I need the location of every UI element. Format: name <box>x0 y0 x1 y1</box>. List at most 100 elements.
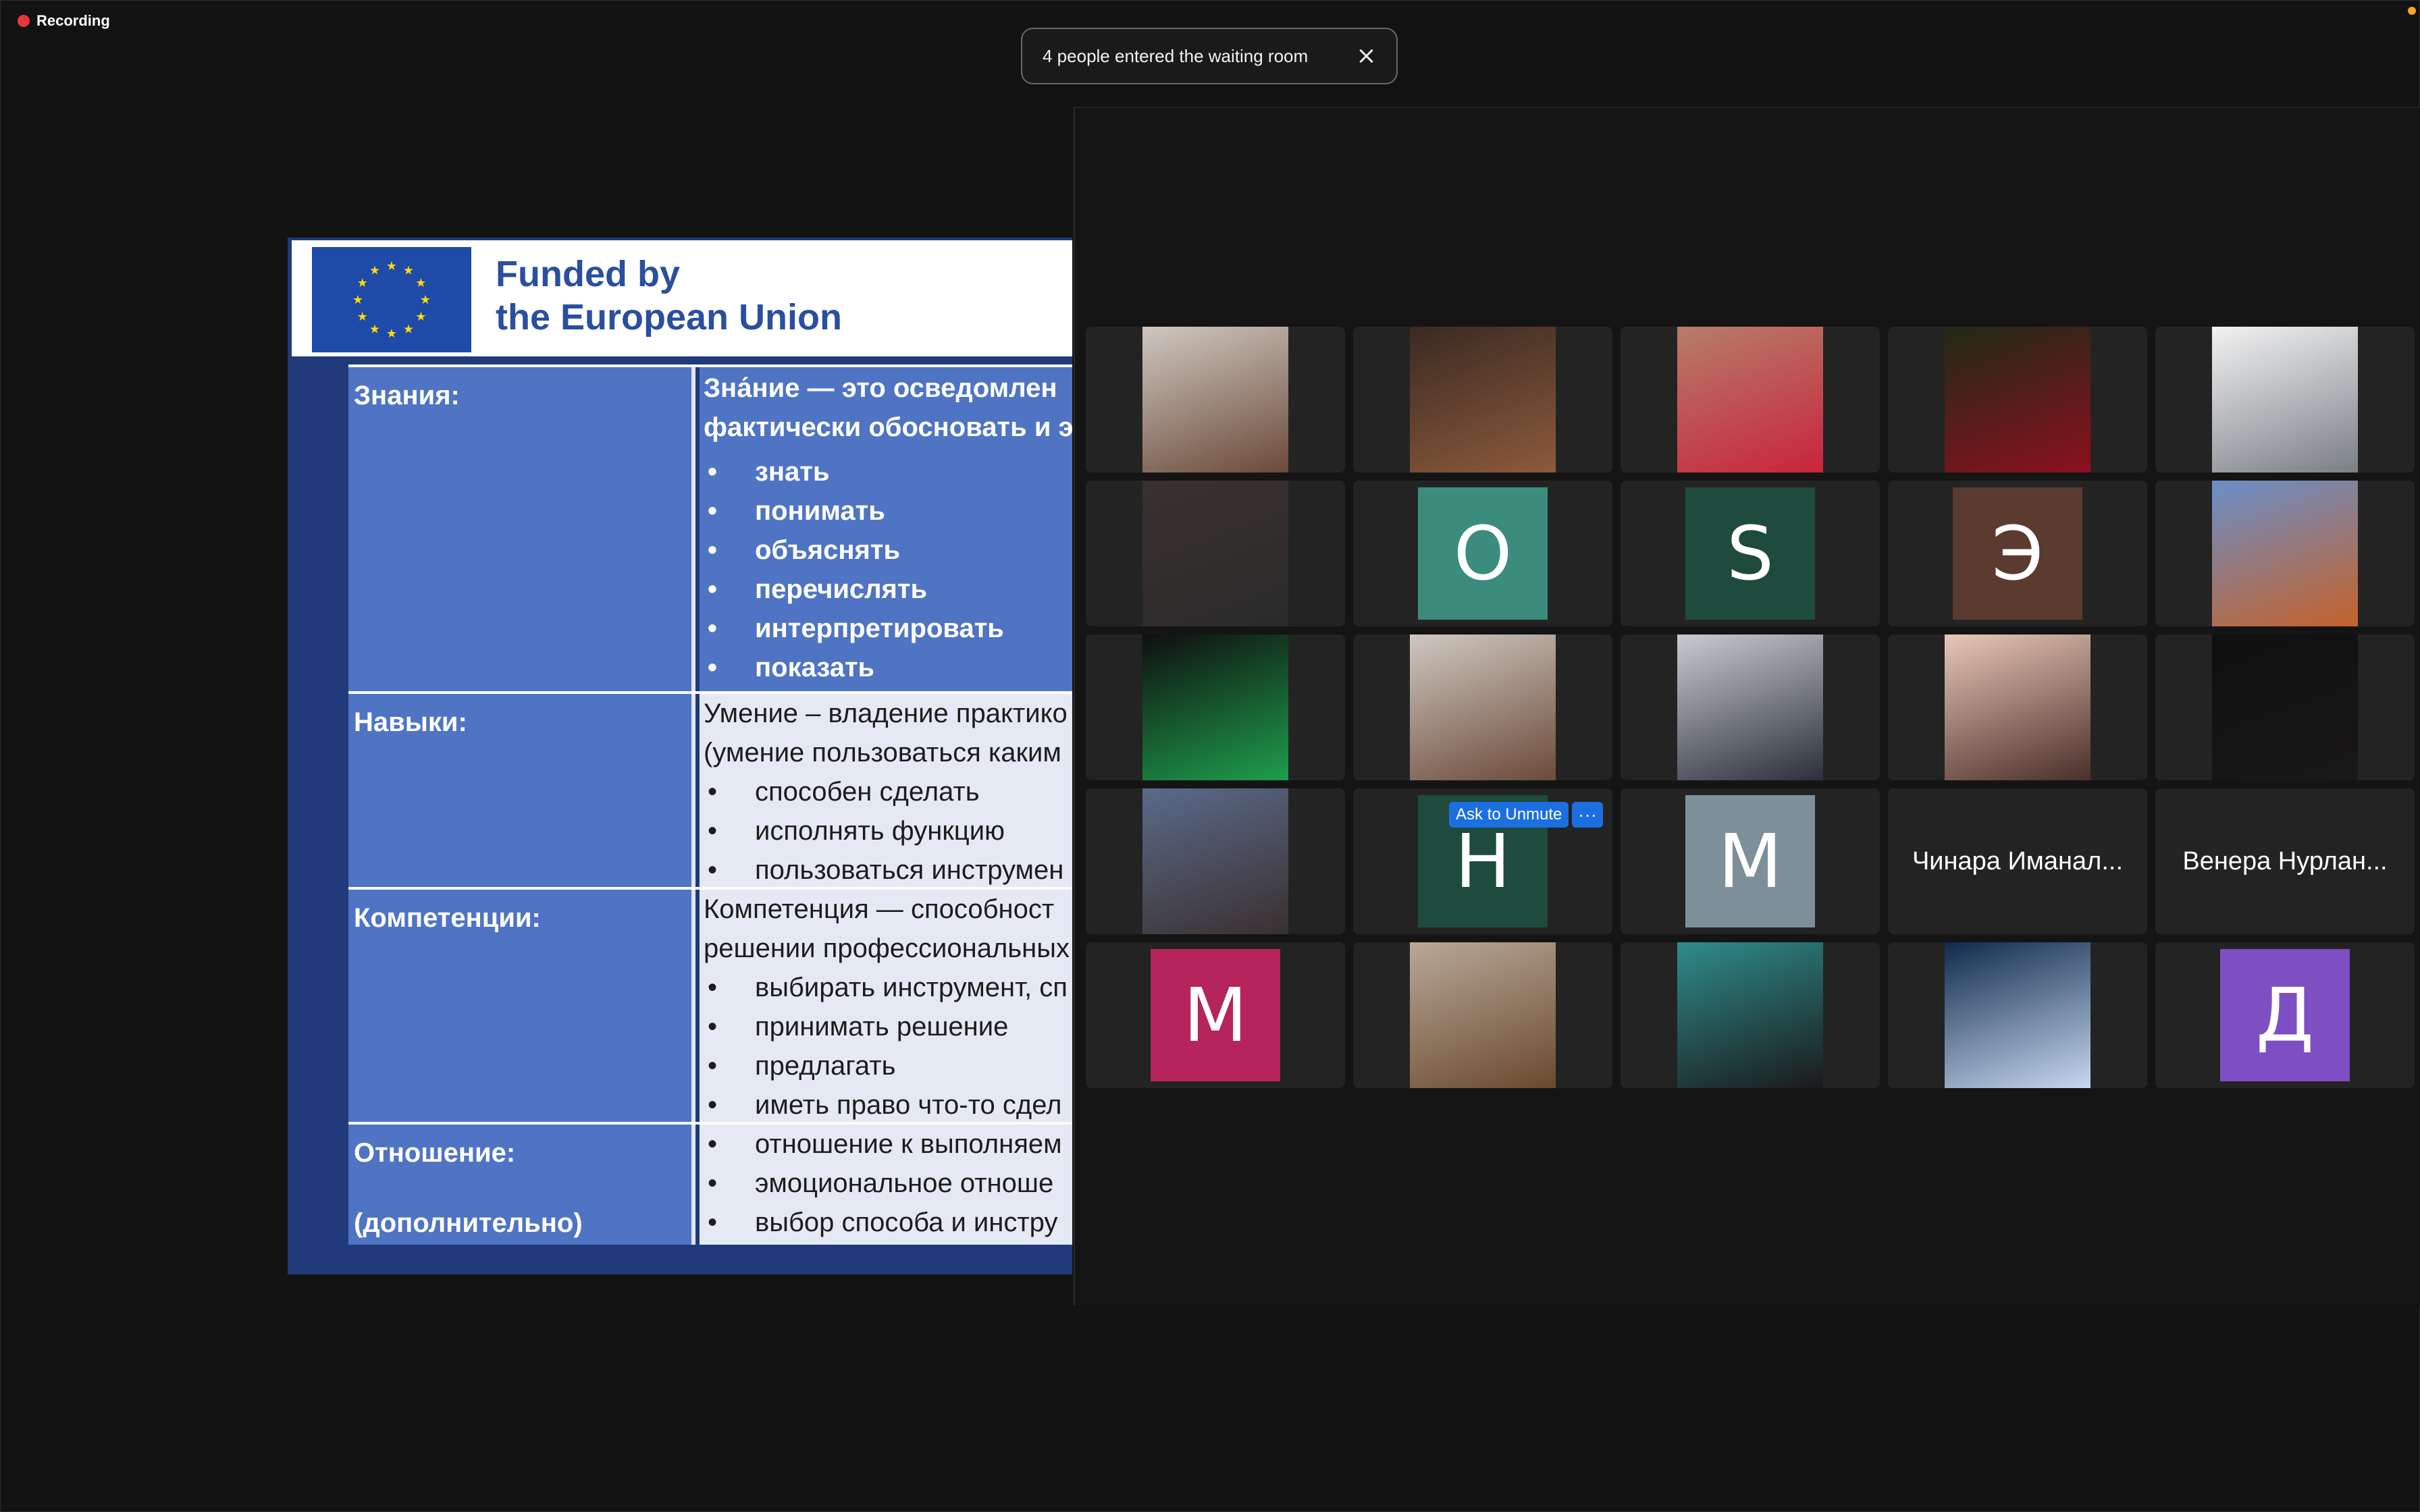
participant-tile[interactable] <box>1086 327 1345 473</box>
row-label: Компетенции: <box>354 903 541 933</box>
participant-name: Чинара Иманал... <box>1912 846 2124 875</box>
dark-video-feed <box>2212 634 2358 780</box>
participant-tile[interactable] <box>1621 327 1880 473</box>
participant-initial-avatar: S <box>1685 487 1815 620</box>
bullet-item: способен сделать <box>704 772 1072 811</box>
participant-tile[interactable] <box>1086 634 1345 780</box>
svg-text:★: ★ <box>386 259 397 273</box>
participant-tile[interactable] <box>1353 942 1612 1088</box>
participant-tile[interactable] <box>1353 327 1612 473</box>
man-portrait <box>2212 327 2358 473</box>
woman-glasses-portrait <box>1142 481 1288 626</box>
bullet-item: предлагать <box>704 1046 1072 1085</box>
participant-tile[interactable] <box>2155 481 2415 626</box>
svg-text:★: ★ <box>357 310 368 323</box>
svg-text:★: ★ <box>403 322 414 335</box>
bullet-item: иметь право что-то сдел <box>704 1085 1072 1125</box>
participant-initial-avatar: Э <box>1953 487 2082 620</box>
funded-by-eu-text: Funded by the European Union <box>496 252 842 339</box>
text-line: Зна́ние — это осведомлен <box>704 373 1057 403</box>
bullet-item: отношение к выполняем <box>704 1125 1072 1164</box>
participant-tile[interactable]: S <box>1621 481 1880 626</box>
participant-name: Венера Нурлан... <box>2182 846 2388 875</box>
participant-tile[interactable] <box>1086 481 1345 626</box>
table-row-skills: Навыки: Умение – владение практико (умен… <box>348 691 1072 890</box>
woman-portrait <box>1142 327 1288 473</box>
recording-label: Recording <box>36 12 110 29</box>
two-men-photo <box>1142 788 1288 934</box>
header-line-1: Funded by <box>496 254 680 294</box>
bullet-item: знать <box>704 452 1072 491</box>
svg-text:★: ★ <box>415 310 426 323</box>
npo-kg-logo <box>1142 634 1288 780</box>
participant-tile[interactable]: M <box>1621 788 1880 934</box>
svg-text:★: ★ <box>357 276 368 290</box>
bullet-item: выбирать инструмент, сп <box>704 968 1072 1007</box>
recording-indicator[interactable]: Recording <box>18 12 110 30</box>
row-text: Компетенция — способност решении професс… <box>700 890 1072 1125</box>
more-options-icon[interactable]: ··· <box>1572 802 1603 828</box>
bullet-item: выбор способа и инстру <box>704 1203 1072 1242</box>
notification-text: 4 people entered the waiting room <box>1043 45 1309 66</box>
woman-headscarf-portrait <box>1410 327 1556 473</box>
bullet-item: интерпретировать <box>704 609 1072 648</box>
svg-text:★: ★ <box>403 264 414 277</box>
participant-tile[interactable] <box>2155 327 2415 473</box>
waiting-room-notification[interactable]: 4 people entered the waiting room <box>1021 28 1398 84</box>
computer-illustration <box>1677 942 1823 1088</box>
participant-tile[interactable]: Чинара Иманал... <box>1888 788 2147 934</box>
participant-initial-avatar: M <box>1685 795 1815 927</box>
slide-header: ★ ★ ★ ★ ★ ★ ★ ★ ★ ★ ★ ★ Funded by the European Unio… <box>292 240 1072 356</box>
close-icon[interactable] <box>1356 46 1376 66</box>
participant-tile[interactable]: O <box>1353 481 1612 626</box>
participant-tile[interactable] <box>1353 634 1612 780</box>
recording-dot-icon <box>18 15 30 27</box>
woman-red-dress-portrait <box>1677 327 1823 473</box>
participant-tile[interactable] <box>1888 942 2147 1088</box>
participant-tile[interactable] <box>1888 327 2147 473</box>
participant-tile[interactable] <box>1621 942 1880 1088</box>
table-cell-label: Навыки: <box>348 694 695 890</box>
row-text: Умение – владение практико (умение польз… <box>700 694 1072 890</box>
participant-tile[interactable] <box>1888 634 2147 780</box>
eu-flag-icon: ★ ★ ★ ★ ★ ★ ★ ★ ★ ★ ★ ★ <box>312 247 471 352</box>
table-cell-label: Компетенции: <box>348 890 695 1125</box>
shared-slide: ★ ★ ★ ★ ★ ★ ★ ★ ★ ★ ★ ★ Funded by the European Unio… <box>288 238 1072 1274</box>
bullet-item: принимать решение <box>704 1007 1072 1046</box>
text-line: решении профессиональных <box>704 934 1070 963</box>
participants-gallery: O S Э Н Ask to Unmute ··· M Чинара Иманал... Вен… <box>1074 107 2420 1305</box>
ask-to-unmute-button[interactable]: Ask to Unmute <box>1449 802 1569 828</box>
svg-text:★: ★ <box>369 322 380 335</box>
bullet-item: пользоваться инструмен <box>704 850 1072 890</box>
row-label: Знания: <box>354 381 460 410</box>
bullet-item: перечислять <box>704 570 1072 609</box>
bullet-item: эмоциональное отноше <box>704 1164 1072 1203</box>
camera-status-dot-icon <box>2408 7 2416 15</box>
svg-text:★: ★ <box>415 276 426 290</box>
table-row-knowledge: Знания: Зна́ние — это осведомлен фактиче… <box>348 364 1072 694</box>
participant-tile[interactable]: Э <box>1888 481 2147 626</box>
text-line: Компетенция — способност <box>704 894 1055 924</box>
text-line: (умение пользоваться каким <box>704 738 1061 767</box>
participant-tile[interactable] <box>1621 634 1880 780</box>
participant-tile[interactable]: Венера Нурлан... <box>2155 788 2415 934</box>
svg-text:★: ★ <box>420 293 431 306</box>
header-line-2: the European Union <box>496 297 842 338</box>
participant-initial-avatar: M <box>1151 949 1280 1081</box>
woman-selfie-portrait <box>1945 634 2090 780</box>
participant-tile[interactable] <box>1086 788 1345 934</box>
table-cell-content: Компетенция — способност решении професс… <box>700 890 1072 1125</box>
table-row-competences: Компетенции: Компетенция — способност ре… <box>348 887 1072 1125</box>
participant-tile[interactable]: Д <box>2155 942 2415 1088</box>
table-cell-content: отношение к выполняем эмоциональное отно… <box>700 1125 1072 1245</box>
participant-tile[interactable]: Н Ask to Unmute ··· <box>1353 788 1612 934</box>
text-line: Умение – владение практико <box>704 699 1068 728</box>
woman-portrait <box>1410 634 1556 780</box>
text-line: фактически обосновать и эл <box>704 412 1072 442</box>
row-label: Отношение: <box>354 1138 516 1168</box>
bullet-item: объяснять <box>704 531 1072 570</box>
participant-tile[interactable] <box>2155 634 2415 780</box>
table-row-attitude: Отношение: (дополнительно) отношение к в… <box>348 1122 1072 1245</box>
slide-table: Знания: Зна́ние — это осведомлен фактиче… <box>348 364 1072 1245</box>
participant-tile[interactable]: M <box>1086 942 1345 1088</box>
